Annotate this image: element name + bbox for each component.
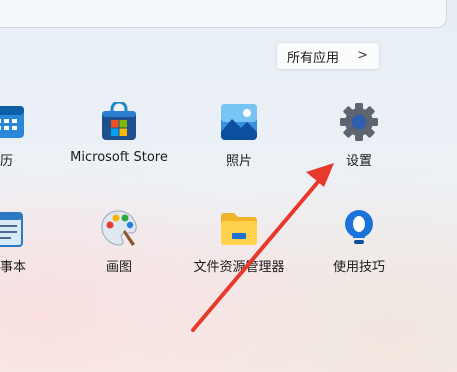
app-tile-tips[interactable]: 使用技巧: [304, 208, 414, 298]
app-label: 文件资源管理器: [193, 260, 285, 275]
microsoft-store-icon: [102, 102, 136, 140]
app-tile-notepad[interactable]: 事本: [0, 208, 62, 298]
all-apps-label: 所有应用: [287, 50, 340, 66]
app-label: 画图: [105, 260, 132, 275]
app-label: 设置: [345, 154, 372, 169]
photos-icon: [221, 104, 257, 140]
app-tile-paint[interactable]: 画图: [64, 208, 174, 298]
chevron-right-icon: >: [357, 48, 368, 63]
gear-icon: [340, 103, 378, 141]
lightbulb-icon: [345, 210, 373, 244]
app-tile-file-explorer[interactable]: 文件资源管理器: [184, 208, 294, 298]
app-label: 使用技巧: [332, 260, 385, 275]
notepad-icon: [0, 212, 23, 247]
app-label: Microsoft Store: [70, 150, 168, 165]
app-tile-microsoft-store[interactable]: Microsoft Store: [64, 102, 174, 192]
paint-palette-icon: [101, 210, 137, 246]
all-apps-button[interactable]: 所有应用 >: [276, 42, 380, 70]
app-tile-calendar[interactable]: 历: [0, 102, 62, 192]
folder-icon: [221, 213, 257, 245]
app-tile-photos[interactable]: 照片: [184, 102, 294, 192]
app-label: 照片: [225, 154, 252, 169]
calendar-icon: [0, 106, 24, 138]
app-tile-settings[interactable]: 设置: [304, 102, 414, 192]
app-label: 历: [0, 154, 14, 169]
app-label: 事本: [0, 260, 27, 275]
search-box[interactable]: [0, 0, 447, 28]
